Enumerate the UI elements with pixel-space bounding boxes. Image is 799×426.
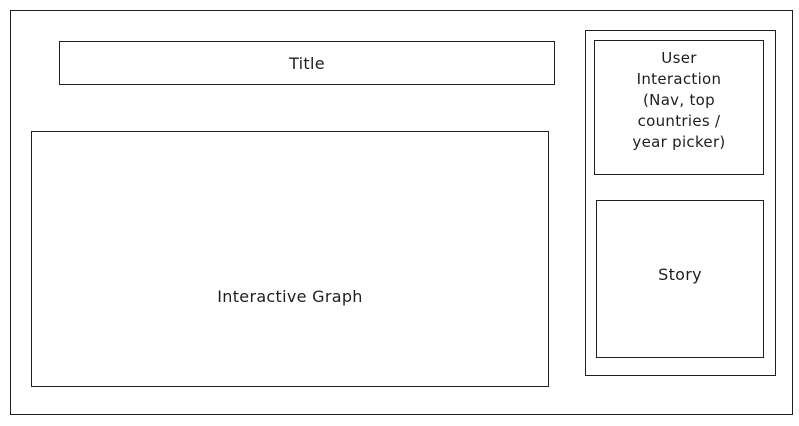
user-interaction-box: User Interaction (Nav, top countries / y…: [594, 40, 764, 175]
user-interaction-label: User Interaction (Nav, top countries / y…: [595, 48, 763, 153]
interactive-graph-label: Interactive Graph: [217, 287, 363, 306]
user-interaction-line: year picker): [632, 133, 726, 151]
story-label: Story: [658, 265, 702, 284]
user-interaction-line: Interaction: [636, 70, 722, 88]
user-interaction-line: User: [661, 49, 697, 67]
story-box: Story: [596, 200, 764, 358]
user-interaction-line: (Nav, top: [643, 91, 715, 109]
user-interaction-line: countries /: [637, 112, 721, 130]
interactive-graph-box: Interactive Graph: [31, 131, 549, 387]
title-box: Title: [59, 41, 555, 85]
title-label: Title: [289, 54, 325, 73]
